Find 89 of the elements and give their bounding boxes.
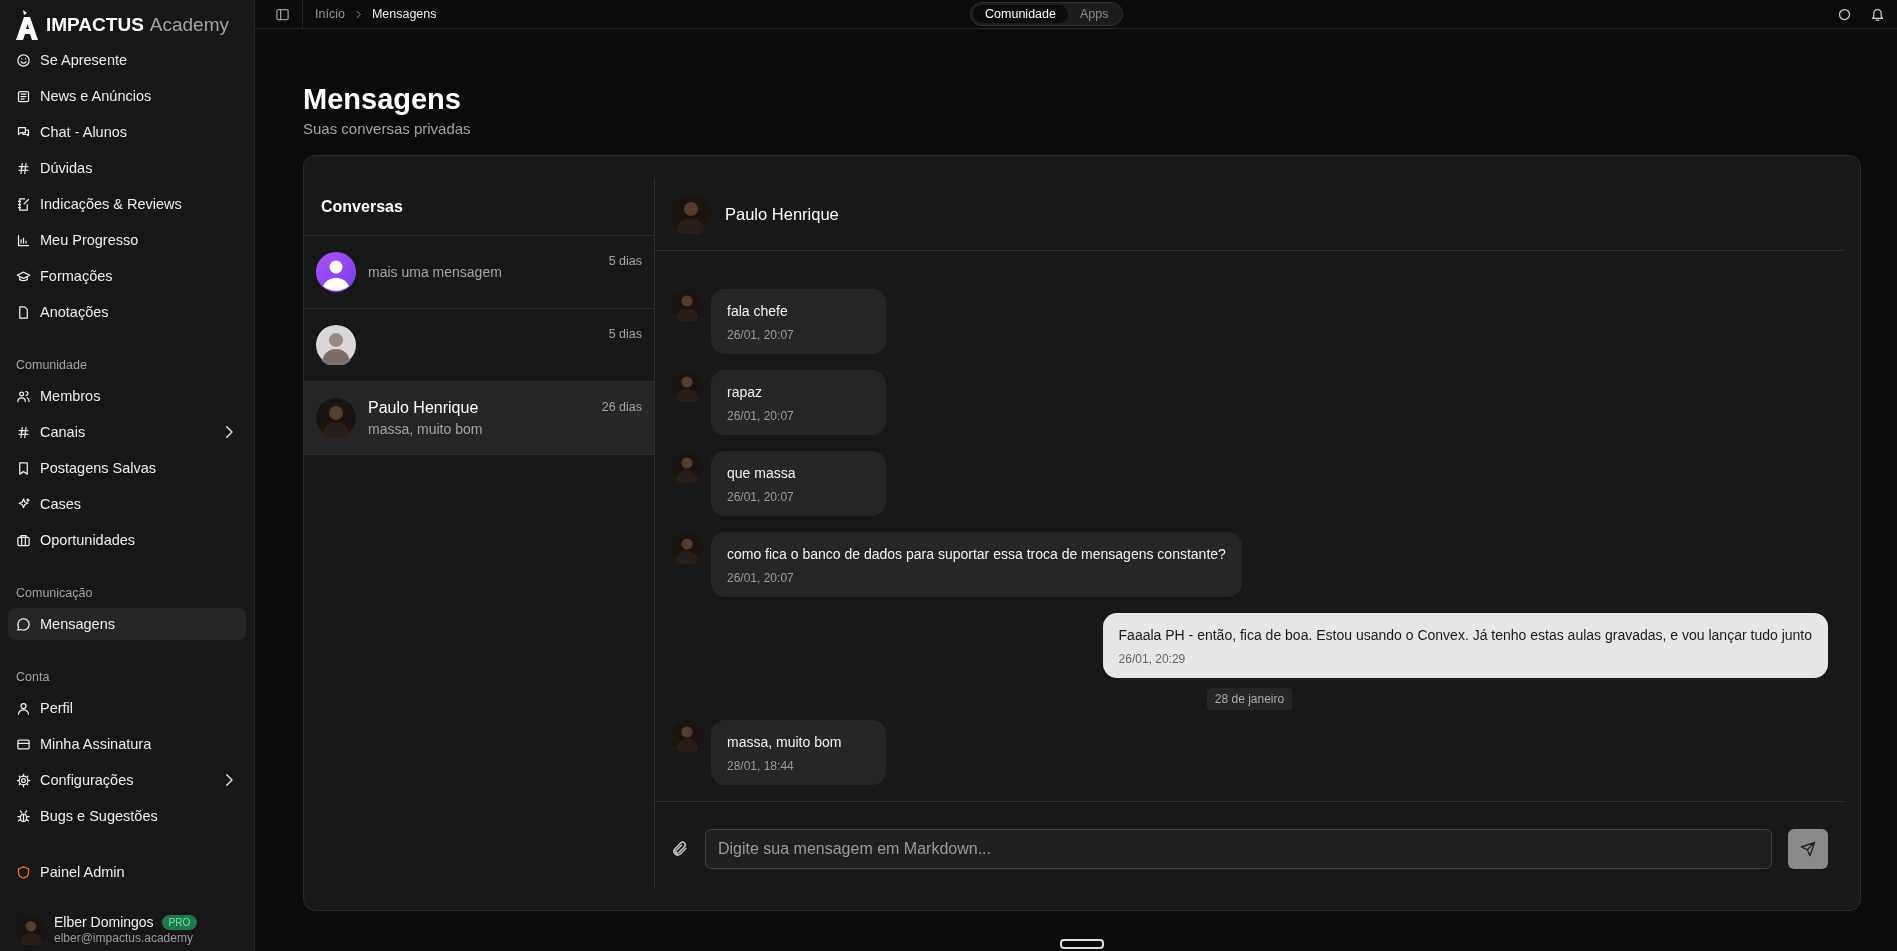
bar-chart-icon — [16, 232, 31, 248]
circle-icon — [1837, 6, 1852, 22]
conversation-time: 5 dias — [608, 327, 642, 341]
briefcase-icon — [16, 532, 31, 548]
contact-name: Paulo Henrique — [725, 204, 839, 224]
contact-name: Paulo Henrique — [368, 399, 480, 417]
avatar-icon — [671, 720, 703, 752]
user-name: Elber Domingos — [54, 914, 154, 930]
page-title: Mensagens — [303, 83, 461, 116]
section-heading: Conta — [15, 669, 51, 686]
graduation-cap-icon — [16, 268, 31, 284]
sidebar-item[interactable]: Mensagens — [8, 608, 246, 640]
sidebar-item[interactable]: Postagens Salvas — [8, 452, 246, 484]
user-email: elber@impactus.academy — [54, 931, 194, 945]
paperclip-icon — [671, 840, 689, 858]
page-subtitle: Suas conversas privadas — [303, 120, 471, 137]
list-heading: Conversas — [321, 197, 403, 216]
message-text: massa, muito bom — [727, 734, 843, 750]
date-separator: 28 de janeiro — [1206, 688, 1293, 710]
avatar-icon — [671, 194, 711, 234]
sidebar-item[interactable]: Anotações — [8, 296, 246, 328]
hash-icon — [16, 424, 31, 440]
sidebar-item[interactable]: Indicações & Reviews — [8, 188, 246, 220]
shield-icon — [16, 864, 31, 880]
file-icon — [16, 304, 31, 320]
message-preview: massa, muito bom — [368, 421, 484, 437]
message-input[interactable]: Digite sua mensagem em Markdown... — [705, 829, 1772, 869]
settings-icon — [16, 772, 31, 788]
conversation-item[interactable]: Paulo Henrique massa, muito bom 26 dias — [304, 382, 654, 455]
message-text: rapaz — [727, 384, 764, 400]
conversation-item[interactable]: mais uma mensagem 5 dias — [304, 236, 654, 309]
breadcrumb-link[interactable]: Início — [315, 7, 345, 21]
sidebar-item[interactable]: Chat - Alunos — [8, 116, 246, 148]
message-text: que massa — [727, 465, 797, 481]
smiley-icon — [16, 52, 31, 68]
sidebar-item[interactable]: Perfil — [8, 692, 246, 724]
sidebar-item[interactable]: Formações — [8, 260, 246, 292]
bell-icon — [1870, 6, 1885, 22]
sidebar-item[interactable]: Membros — [8, 380, 246, 412]
sidebar-item[interactable]: Bugs e Sugestões — [8, 800, 246, 832]
scroll-handle[interactable] — [1060, 939, 1104, 949]
sidebar-item[interactable]: Painel Admin — [8, 856, 246, 888]
conversation-time: 26 dias — [601, 400, 642, 414]
newspaper-icon — [16, 88, 31, 104]
message-time: 26/01, 20:07 — [727, 409, 795, 423]
message-preview: mais uma mensagem — [368, 264, 503, 280]
logo-icon — [16, 10, 38, 40]
sidebar-item[interactable]: Configurações — [8, 764, 246, 796]
avatar-icon — [671, 532, 703, 564]
tab[interactable]: Apps — [1067, 5, 1121, 23]
sidebar-item[interactable]: Cases — [8, 488, 246, 520]
sidebar-item[interactable]: Dúvidas — [8, 152, 246, 184]
hash-icon — [16, 160, 31, 176]
send-icon — [1800, 841, 1816, 857]
bookmark-icon — [16, 460, 31, 476]
user-icon — [16, 700, 31, 716]
sidebar-item[interactable]: News e Anúncios — [8, 80, 246, 112]
sidebar-item[interactable]: Canais — [8, 416, 246, 448]
section-heading: Comunidade — [15, 357, 88, 374]
avatar-icon — [16, 914, 46, 945]
message-time: 28/01, 18:44 — [727, 759, 795, 773]
breadcrumb-link[interactable]: Mensagens — [371, 7, 437, 21]
section-heading: Comunicação — [15, 585, 94, 602]
notebook-pen-icon — [16, 196, 31, 212]
bug-icon — [16, 808, 31, 824]
brand-name: IMPACTUS Academy — [46, 14, 229, 36]
avatar-icon — [671, 370, 703, 402]
sidebar-item[interactable]: Minha Assinatura — [8, 728, 246, 760]
chat-bubble-icon — [16, 616, 31, 632]
message-time: 26/01, 20:29 — [1118, 652, 1187, 666]
message-time: 26/01, 20:07 — [727, 571, 795, 585]
sidebar-item[interactable]: Oportunidades — [8, 524, 246, 556]
attach-button[interactable] — [671, 840, 689, 858]
conversation-time: 5 dias — [608, 254, 642, 268]
avatar-icon — [671, 451, 703, 483]
plan-badge: PRO — [161, 914, 198, 930]
message-text: Faaala PH - então, fica de boa. Estou usando o Convex. Já tenho estas aulas gravadas, e vou lançar tudo junto — [1118, 627, 1812, 643]
tab[interactable]: Comunidade — [973, 5, 1068, 23]
message-time: 26/01, 20:07 — [727, 328, 795, 342]
sidebar-item[interactable]: Se Apresente — [8, 44, 246, 76]
sidebar-item[interactable]: Meu Progresso — [8, 224, 246, 256]
credit-card-icon — [16, 736, 31, 752]
message-time: 26/01, 20:07 — [727, 490, 795, 504]
users-icon — [16, 388, 31, 404]
avatar-icon — [671, 289, 703, 321]
message-text: como fica o banco de dados para suportar essa troca de mensagens constante? — [727, 546, 1226, 562]
send-button[interactable] — [1788, 829, 1828, 869]
sidebar-toggle-icon — [275, 6, 290, 22]
message-text: fala chefe — [727, 303, 789, 319]
